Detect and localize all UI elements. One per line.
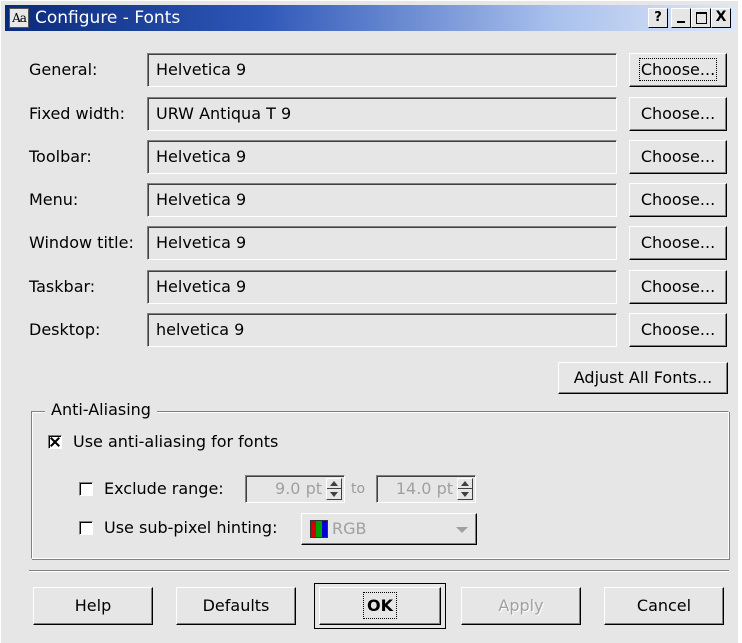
- configure-fonts-dialog: Aa Configure - Fonts ? X General: Helvet…: [0, 0, 738, 643]
- desktop-choose-button[interactable]: Choose...: [629, 313, 727, 347]
- window-title-choose-label: Choose...: [640, 233, 716, 252]
- menu-choose-button[interactable]: Choose...: [629, 183, 727, 217]
- taskbar-choose-label: Choose...: [640, 277, 716, 296]
- adjust-all-fonts-button[interactable]: Adjust All Fonts...: [558, 362, 728, 394]
- desktop-label: Desktop:: [29, 320, 101, 339]
- help-button[interactable]: Help: [33, 587, 153, 625]
- window-title-choose-button[interactable]: Choose...: [629, 226, 727, 260]
- exclude-range-checkbox[interactable]: [79, 482, 93, 496]
- menu-choose-label: Choose...: [640, 190, 716, 209]
- title-bar-buttons: ? X: [648, 8, 731, 28]
- desktop-choose-label: Choose...: [640, 320, 716, 339]
- exclude-from-spin-arrows-icon[interactable]: [326, 478, 342, 500]
- sub-pixel-hinting-checkbox[interactable]: [79, 521, 93, 535]
- ok-button[interactable]: OK: [319, 587, 441, 625]
- fixed-width-choose-button[interactable]: Choose...: [629, 97, 727, 131]
- sub-pixel-order-value: RGB: [332, 519, 367, 538]
- exclude-to-spinbox[interactable]: 14.0 pt: [376, 475, 476, 503]
- exclude-to-value: 14.0 pt: [395, 479, 453, 498]
- general-choose-button[interactable]: Choose...: [629, 53, 727, 87]
- sub-pixel-hinting-label[interactable]: Use sub-pixel hinting:: [104, 517, 277, 539]
- toolbar-choose-label: Choose...: [640, 147, 716, 166]
- menu-label: Menu:: [29, 190, 79, 209]
- rgb-icon: [310, 520, 328, 538]
- fixed-width-choose-label: Choose...: [640, 104, 716, 123]
- window-title-label: Window title:: [29, 233, 134, 252]
- toolbar-font-field: Helvetica 9: [147, 140, 617, 174]
- defaults-button[interactable]: Defaults: [176, 587, 296, 625]
- sub-pixel-order-combo[interactable]: RGB: [301, 513, 477, 545]
- use-anti-aliasing-label[interactable]: Use anti-aliasing for fonts: [73, 431, 278, 453]
- window-title-font-field: Helvetica 9: [147, 226, 617, 260]
- fixed-width-label: Fixed width:: [29, 104, 126, 123]
- menu-font-field: Helvetica 9: [147, 183, 617, 217]
- fixed-width-font-field: URW Antiqua T 9: [147, 97, 617, 131]
- maximize-button[interactable]: [691, 8, 711, 28]
- chevron-down-icon: [456, 527, 468, 533]
- taskbar-font-field: Helvetica 9: [147, 270, 617, 304]
- exclude-to-spin-divider: [458, 488, 472, 489]
- exclude-from-spin-divider: [327, 488, 341, 489]
- dialog-separator: [29, 570, 729, 572]
- exclude-from-spinbox[interactable]: 9.0 pt: [245, 475, 345, 503]
- toolbar-choose-button[interactable]: Choose...: [629, 140, 727, 174]
- title-bar[interactable]: Aa Configure - Fonts ? X: [5, 5, 735, 31]
- exclude-from-value: 9.0 pt: [275, 479, 322, 498]
- minimize-button[interactable]: [671, 8, 691, 28]
- fonts-app-icon[interactable]: Aa: [9, 8, 29, 28]
- close-button[interactable]: X: [711, 8, 731, 28]
- exclude-to-label: to: [351, 481, 366, 497]
- window-title: Configure - Fonts: [35, 8, 181, 28]
- taskbar-label: Taskbar:: [29, 277, 96, 296]
- exclude-to-spin-arrows-icon[interactable]: [457, 478, 473, 500]
- help-title-button[interactable]: ?: [648, 8, 668, 28]
- apply-button: Apply: [461, 587, 581, 625]
- taskbar-choose-button[interactable]: Choose...: [629, 270, 727, 304]
- general-font-field: Helvetica 9: [147, 53, 617, 87]
- cancel-button[interactable]: Cancel: [604, 587, 724, 625]
- ok-label: OK: [363, 592, 397, 619]
- toolbar-label: Toolbar:: [29, 147, 92, 166]
- exclude-range-label[interactable]: Exclude range:: [104, 478, 224, 500]
- desktop-font-field: helvetica 9: [147, 313, 617, 347]
- anti-aliasing-group-title: Anti-Aliasing: [45, 399, 157, 421]
- general-choose-label: Choose...: [638, 58, 718, 81]
- general-label: General:: [29, 60, 98, 79]
- use-anti-aliasing-checkbox[interactable]: [48, 435, 62, 449]
